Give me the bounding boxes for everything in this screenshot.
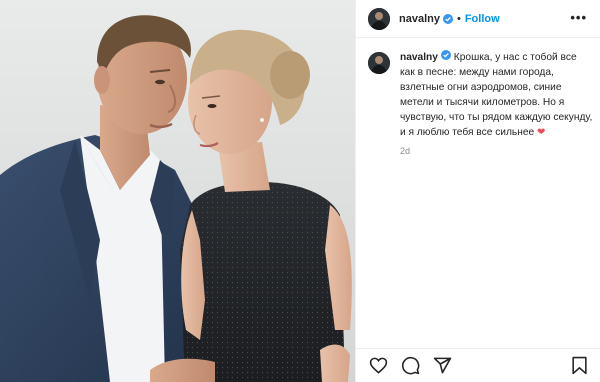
post-header: navalny • Follow ••• (356, 0, 600, 38)
caption-body: navalny Крошка, у нас с тобой все как в … (400, 50, 593, 156)
couple-photo-illustration (0, 15, 352, 382)
follow-button[interactable]: Follow (465, 13, 500, 25)
verified-badge-icon (442, 13, 453, 24)
caption-avatar[interactable] (368, 52, 390, 74)
caption-text: navalny Крошка, у нас с тобой все как в … (400, 50, 593, 140)
post-photo[interactable] (0, 0, 355, 382)
post-side-panel: navalny • Follow ••• navalny Крошка, у н… (355, 0, 600, 382)
share-icon[interactable] (433, 356, 452, 375)
caption-message: Крошка, у нас с тобой все как в песне: м… (400, 52, 593, 138)
more-options-icon[interactable]: ••• (570, 11, 587, 24)
avatar[interactable] (368, 7, 390, 30)
instagram-post: navalny • Follow ••• navalny Крошка, у н… (0, 0, 600, 382)
action-bar (356, 348, 600, 382)
red-heart-emoji: ❤ (537, 127, 546, 138)
verified-badge-icon (440, 50, 451, 60)
bookmark-icon[interactable] (570, 356, 589, 375)
comment-icon[interactable] (401, 356, 420, 375)
post-caption: navalny Крошка, у нас с тобой все как в … (368, 50, 593, 156)
separator-dot: • (456, 12, 461, 25)
header-username[interactable]: navalny (399, 13, 440, 25)
heart-outline-icon[interactable] (369, 356, 388, 375)
post-timestamp[interactable]: 2d (400, 146, 593, 156)
caption-username[interactable]: navalny (400, 52, 438, 63)
